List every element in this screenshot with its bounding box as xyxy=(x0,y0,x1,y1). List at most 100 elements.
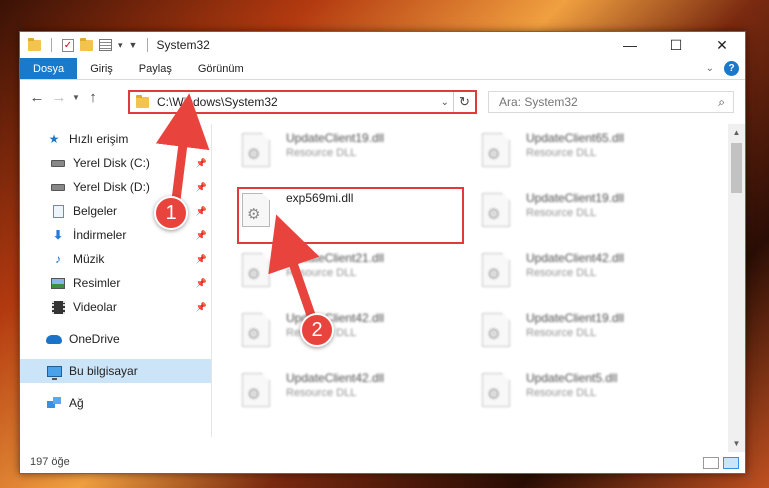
sidebar-item-videos[interactable]: Videolar 📌 xyxy=(20,295,211,319)
chevron-down-icon[interactable]: ⌄ xyxy=(441,97,449,108)
close-button[interactable]: ✕ xyxy=(699,32,745,58)
file-item[interactable]: UpdateClient42.dll Resource DLL xyxy=(482,249,702,295)
scroll-up-icon[interactable]: ▲ xyxy=(728,124,745,141)
refresh-icon[interactable]: ↻ xyxy=(453,92,475,112)
dll-file-icon xyxy=(482,373,510,407)
help-icon[interactable]: ? xyxy=(724,61,739,76)
tab-share[interactable]: Paylaş xyxy=(126,58,185,79)
network-icon xyxy=(46,396,62,410)
scroll-down-icon[interactable]: ▼ xyxy=(728,435,745,452)
properties-check-icon[interactable]: ✓ xyxy=(62,38,74,52)
tab-view[interactable]: Görünüm xyxy=(185,58,257,79)
dll-file-icon xyxy=(482,253,510,287)
file-type: Resource DLL xyxy=(526,147,597,159)
file-item[interactable]: UpdateClient5.dll Resource DLL xyxy=(482,369,702,415)
file-name: UpdateClient42.dll xyxy=(526,251,625,265)
folder-icon xyxy=(136,94,149,108)
sidebar-item-label: Videolar xyxy=(73,300,117,314)
sidebar-item-disk-c[interactable]: Yerel Disk (C:) 📌 xyxy=(20,151,211,175)
tab-home[interactable]: Giriş xyxy=(77,58,126,79)
file-type: Resource DLL xyxy=(526,267,597,279)
folder-icon[interactable] xyxy=(28,37,41,51)
file-name: UpdateClient21.dll xyxy=(286,251,385,265)
file-name: UpdateClient19.dll xyxy=(526,191,625,205)
pin-icon: 📌 xyxy=(195,205,207,216)
sidebar-item-quick-access[interactable]: ★ Hızlı erişim xyxy=(20,127,211,151)
sidebar-item-label: Belgeler xyxy=(73,204,118,218)
window-title: System32 xyxy=(156,38,210,52)
file-type: Resource DLL xyxy=(526,327,597,339)
minimize-button[interactable]: — xyxy=(607,32,653,58)
file-item[interactable]: UpdateClient65.dll Resource DLL xyxy=(482,129,702,175)
properties-icon[interactable] xyxy=(99,39,112,51)
address-path[interactable]: C:\Windows\System32 xyxy=(157,95,278,109)
search-input[interactable] xyxy=(499,95,699,109)
download-icon: ⬇ xyxy=(52,228,64,242)
disk-icon xyxy=(50,156,66,170)
vertical-scrollbar[interactable]: ▲ ▼ xyxy=(728,124,745,452)
file-item[interactable]: UpdateClient19.dll Resource DLL xyxy=(242,129,462,175)
sidebar-item-label: İndirmeler xyxy=(73,228,127,242)
file-highlight-box xyxy=(237,187,464,244)
scroll-thumb[interactable] xyxy=(731,143,742,193)
toolbar-dropdown-icon[interactable]: ▼ xyxy=(129,40,138,50)
up-button[interactable]: ↑ xyxy=(82,89,104,106)
new-folder-icon[interactable] xyxy=(80,37,93,51)
file-item[interactable]: UpdateClient21.dll Resource DLL xyxy=(242,249,462,295)
computer-icon xyxy=(46,364,62,380)
sidebar-item-this-pc[interactable]: Bu bilgisayar xyxy=(20,359,211,383)
sidebar-item-label: Müzik xyxy=(73,252,105,266)
dll-file-icon xyxy=(242,253,270,287)
file-list: UpdateClient19.dllResource DLL exp569mi.… xyxy=(220,124,725,437)
dll-file-icon xyxy=(482,133,510,167)
recent-locations-icon[interactable]: ▼ xyxy=(70,93,82,102)
sidebar-item-downloads[interactable]: ⬇ İndirmeler 📌 xyxy=(20,223,211,247)
search-box[interactable]: ⌕ xyxy=(488,91,734,113)
file-item[interactable]: UpdateClient19.dll Resource DLL xyxy=(482,189,702,235)
forward-button[interactable]: → xyxy=(48,89,70,106)
sidebar-item-label: Hızlı erişim xyxy=(69,132,129,146)
file-item[interactable]: UpdateClient42.dllResource DLL xyxy=(242,309,462,355)
sidebar-item-pictures[interactable]: Resimler 📌 xyxy=(20,271,211,295)
file-name: UpdateClient19.dll xyxy=(286,131,385,145)
callout-2: 2 xyxy=(300,313,334,347)
dll-file-icon xyxy=(242,313,270,347)
documents-icon xyxy=(50,204,66,218)
pin-icon: 📌 xyxy=(195,253,207,264)
file-type: Resource DLL xyxy=(286,147,357,159)
sidebar-item-music[interactable]: ♪ Müzik 📌 xyxy=(20,247,211,271)
pin-icon: 📌 xyxy=(195,157,207,168)
customize-toolbar-icon[interactable]: ▾ xyxy=(118,40,123,51)
back-button[interactable]: ← xyxy=(26,89,48,106)
window-controls: — ☐ ✕ xyxy=(607,32,745,58)
view-buttons xyxy=(703,457,739,469)
dll-file-icon xyxy=(242,133,270,167)
quick-access-toolbar: ✓ ▾ ▼ xyxy=(28,37,152,52)
item-count: 197 öğe xyxy=(30,456,70,468)
address-bar[interactable]: C:\Windows\System32 ⌄ ↻ xyxy=(128,90,477,114)
ribbon: Dosya Giriş Paylaş Görünüm ⌄ ? xyxy=(20,58,745,80)
status-bar: 197 öğe xyxy=(20,451,745,473)
sidebar-item-network[interactable]: Ağ xyxy=(20,391,211,415)
file-type: Resource DLL xyxy=(526,207,597,219)
pin-icon: 📌 xyxy=(195,301,207,312)
sidebar-item-onedrive[interactable]: OneDrive xyxy=(20,327,211,351)
navigation-pane: ★ Hızlı erişim Yerel Disk (C:) 📌 Yerel D… xyxy=(20,124,212,437)
file-item[interactable]: UpdateClient42.dllResource DLL xyxy=(242,369,462,415)
maximize-button[interactable]: ☐ xyxy=(653,32,699,58)
tab-file[interactable]: Dosya xyxy=(20,58,78,79)
details-view-icon[interactable] xyxy=(703,457,719,469)
file-item[interactable]: UpdateClient19.dll Resource DLL xyxy=(482,309,702,355)
toolbar-separator xyxy=(147,38,149,52)
pictures-icon xyxy=(50,276,66,290)
pin-icon: 📌 xyxy=(195,229,207,240)
sidebar-item-label: Bu bilgisayar xyxy=(69,364,138,378)
disk-icon xyxy=(50,180,66,194)
cloud-icon xyxy=(46,332,62,346)
expand-ribbon-icon[interactable]: ⌄ xyxy=(706,63,714,74)
sidebar-item-disk-d[interactable]: Yerel Disk (D:) 📌 xyxy=(20,175,211,199)
videos-icon xyxy=(50,300,66,314)
ribbon-right: ⌄ ? xyxy=(706,58,745,79)
file-type: Resource DLL xyxy=(286,387,357,399)
large-icons-view-icon[interactable] xyxy=(723,457,739,469)
